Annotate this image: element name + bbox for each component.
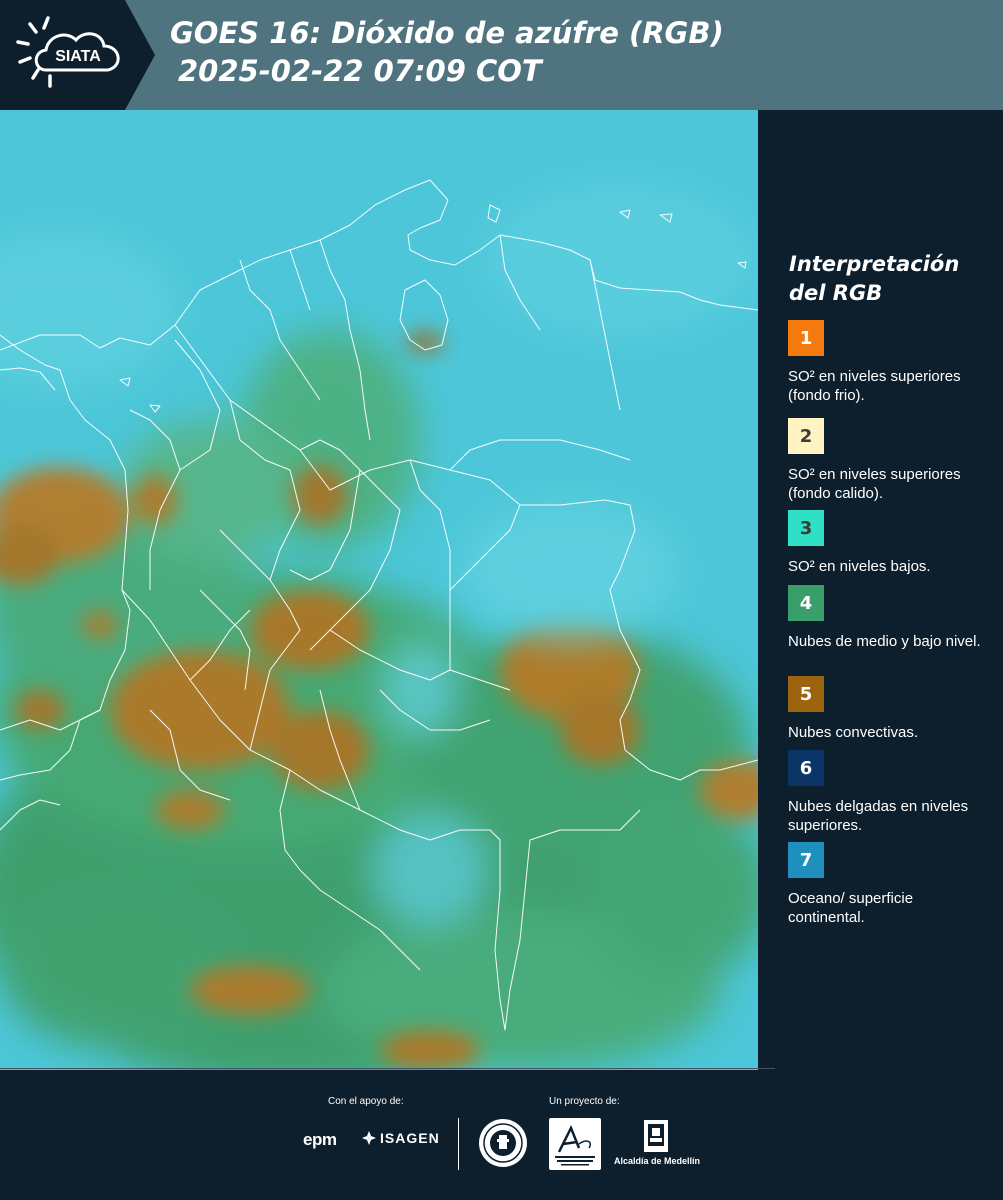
title-line-1: GOES 16: Dióxido de azúfre (RGB) — [170, 16, 724, 50]
alcaldia-logo: Alcaldía de Medellín — [612, 1118, 702, 1170]
footer: Con el apoyo de: Un proyecto de: epm ISA… — [0, 1068, 1003, 1200]
legend-panel: Interpretación del RGB 1 SO² en niveles … — [758, 110, 1003, 1070]
legend-label-4: Nubes de medio y bajo nivel. — [788, 633, 981, 650]
legend-swatch-6: 6 — [788, 750, 824, 786]
footer-divider — [0, 1068, 775, 1069]
project-label: Un proyecto de: — [549, 1096, 620, 1107]
legend-swatch-3: 3 — [788, 510, 824, 546]
isagen-logo: ISAGEN — [361, 1130, 440, 1146]
legend-label-5: Nubes convectivas. — [788, 724, 919, 741]
epm-logo: epm — [303, 1130, 337, 1149]
legend-label-6: Nubes delgadas en niveles superiores. — [788, 798, 969, 834]
university-seal-icon — [479, 1119, 527, 1167]
satellite-map-image — [0, 110, 758, 1070]
area-metropolitana-icon — [555, 1124, 595, 1166]
legend-swatch-4: 4 — [788, 585, 824, 621]
legend-item-6: 6 Nubes delgadas en niveles superiores. — [788, 750, 993, 835]
area-metropolitana-logo — [549, 1118, 601, 1170]
legend-swatch-5: 5 — [788, 676, 824, 712]
legend-label-1: SO² en niveles superiores (fondo frio). — [788, 368, 961, 404]
page-title: GOES 16: Dióxido de azúfre (RGB) 2025-02… — [170, 14, 724, 90]
isagen-text: ISAGEN — [380, 1130, 440, 1146]
alcaldia-shield-icon — [644, 1120, 668, 1152]
legend-item-2: 2 SO² en niveles superiores (fondo calid… — [788, 418, 993, 503]
support-label: Con el apoyo de: — [328, 1096, 404, 1107]
legend-item-3: 3 SO² en niveles bajos. — [788, 510, 993, 576]
legend-swatch-1: 1 — [788, 320, 824, 356]
satellite-map — [0, 110, 758, 1070]
legend-item-1: 1 SO² en niveles superiores (fondo frio)… — [788, 320, 993, 405]
siata-logo: SIATA — [0, 0, 155, 110]
siata-logo-text: SIATA — [55, 48, 101, 65]
legend-title: Interpretación del RGB — [789, 252, 960, 305]
legend-item-4: 4 Nubes de medio y bajo nivel. — [788, 585, 993, 651]
footer-separator — [458, 1118, 459, 1170]
legend-label-3: SO² en niveles bajos. — [788, 558, 931, 575]
header-bar: SIATA GOES 16: Dióxido de azúfre (RGB) 2… — [0, 0, 1003, 110]
legend-label-7: Oceano/ superficie continental. — [788, 890, 914, 926]
alcaldia-label: Alcaldía de Medellín — [613, 1156, 701, 1166]
legend-item-5: 5 Nubes convectivas. — [788, 676, 993, 742]
legend-item-7: 7 Oceano/ superficie continental. — [788, 842, 993, 927]
legend-swatch-7: 7 — [788, 842, 824, 878]
legend-label-2: SO² en niveles superiores (fondo calido)… — [788, 466, 961, 502]
isagen-icon — [362, 1131, 376, 1145]
title-line-2: 2025-02-22 07:09 COT — [178, 54, 542, 88]
legend-swatch-2: 2 — [788, 418, 824, 454]
